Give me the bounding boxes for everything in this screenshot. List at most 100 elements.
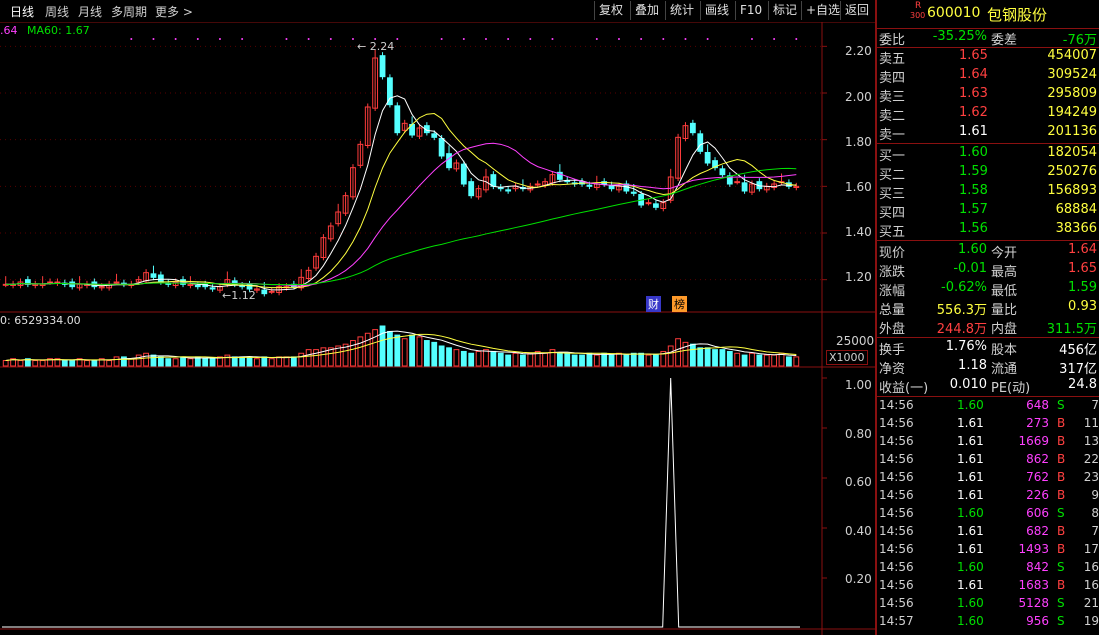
ask-row: 卖三 1.63 295809 bbox=[877, 85, 1099, 105]
tick-price: 1.61 bbox=[957, 434, 984, 448]
bid-price: 1.57 bbox=[959, 202, 988, 217]
tick-side: B bbox=[1057, 470, 1066, 484]
volume-bar bbox=[2, 360, 9, 367]
volume-ma5-line bbox=[5, 330, 797, 362]
stat-row: 涨幅 -0.62% 最低 1.59 bbox=[877, 279, 1099, 299]
signal-dot bbox=[462, 38, 465, 40]
tick-time: 14:56 bbox=[879, 452, 914, 466]
add-watchlist-button[interactable]: +自选 bbox=[801, 1, 844, 20]
tick-price: 1.61 bbox=[957, 524, 984, 538]
weibi-label: 委比 bbox=[879, 33, 906, 48]
candle-body bbox=[431, 133, 438, 138]
back-button[interactable]: 返回 bbox=[840, 1, 873, 20]
tick-side: B bbox=[1057, 434, 1066, 448]
signal-dot bbox=[617, 38, 620, 40]
stat-row: 现价 1.60 今开 1.64 bbox=[877, 241, 1099, 261]
volume-bar bbox=[357, 336, 364, 367]
tick-time: 14:56 bbox=[879, 470, 914, 484]
candle-body bbox=[150, 273, 157, 278]
tick-volume: 1493 bbox=[1018, 542, 1049, 556]
volume-bar bbox=[749, 352, 755, 367]
ask-row: 卖四 1.64 309524 bbox=[877, 66, 1099, 86]
info-value: 24.8 bbox=[1068, 377, 1097, 392]
adjust-button[interactable]: 复权 bbox=[594, 1, 627, 20]
tick-time: 14:56 bbox=[879, 416, 914, 430]
tick-side: B bbox=[1057, 452, 1066, 466]
volume-bar bbox=[165, 358, 172, 367]
volume-bar bbox=[268, 358, 275, 367]
volume-bar bbox=[689, 343, 696, 367]
tick-side: B bbox=[1057, 416, 1066, 430]
rank-badge[interactable]: 榜 bbox=[672, 296, 687, 312]
volume-legend: 0: 6529334.00 bbox=[0, 314, 81, 327]
price-tick: 1.80 bbox=[845, 135, 872, 149]
info-label: 换手 bbox=[879, 343, 906, 358]
candle-body bbox=[505, 189, 512, 192]
volume-bar bbox=[202, 358, 209, 367]
chart-area[interactable] bbox=[0, 0, 875, 635]
bid-price: 1.60 bbox=[959, 145, 988, 160]
finance-badge[interactable]: 财 bbox=[646, 296, 661, 312]
candle-body bbox=[734, 181, 741, 184]
bid-label: 买二 bbox=[879, 168, 906, 183]
volume-bar bbox=[180, 356, 186, 367]
tick-row: 14:57 1.60 956 S 19 bbox=[877, 613, 1099, 632]
ask-row: 卖二 1.62 194249 bbox=[877, 104, 1099, 124]
stats-button[interactable]: 统计 bbox=[665, 1, 698, 20]
tick-row: 14:56 1.61 1493 B 17 bbox=[877, 541, 1099, 560]
mark-button[interactable]: 标记 bbox=[768, 1, 801, 20]
f10-button[interactable]: F10 bbox=[735, 1, 766, 20]
volume-bar bbox=[261, 356, 268, 367]
bid-price: 1.56 bbox=[959, 221, 988, 236]
tab-weekly[interactable]: 周线 bbox=[45, 3, 69, 20]
stat-row: 外盘 244.8万 内盘 311.5万 bbox=[877, 317, 1099, 337]
ask-volume: 201136 bbox=[1047, 124, 1097, 139]
bid-volume: 68884 bbox=[1055, 202, 1097, 217]
volume-bar bbox=[556, 352, 563, 367]
volume-bar bbox=[778, 352, 785, 367]
candle-body bbox=[704, 152, 711, 164]
stat-label: 涨跌 bbox=[879, 265, 906, 280]
tab-monthly[interactable]: 月线 bbox=[78, 3, 102, 20]
high-annotation: ← 2.24 bbox=[357, 40, 395, 53]
volume-bar bbox=[254, 358, 260, 367]
tick-side: S bbox=[1057, 614, 1065, 628]
volume-bar bbox=[608, 354, 615, 367]
bid-row: 买二 1.59 250276 bbox=[877, 163, 1099, 183]
tick-price: 1.61 bbox=[957, 578, 984, 592]
candle-body bbox=[268, 290, 275, 293]
tick-price: 1.60 bbox=[957, 506, 984, 520]
volume-bar bbox=[69, 360, 76, 367]
stat-value: 1.64 bbox=[1068, 242, 1097, 257]
tab-daily[interactable]: 日线 bbox=[10, 3, 34, 20]
volume-bar bbox=[17, 360, 24, 367]
volume-bar bbox=[638, 352, 645, 367]
stat-value: 311.5万 bbox=[1046, 322, 1097, 337]
tick-time: 14:56 bbox=[879, 434, 914, 448]
volume-bar bbox=[630, 352, 637, 367]
tick-count: 13 bbox=[1083, 434, 1099, 448]
volume-bar bbox=[542, 352, 548, 367]
tick-count: 22 bbox=[1083, 452, 1099, 466]
tab-more[interactable]: 更多 > bbox=[155, 3, 193, 20]
candle-body bbox=[460, 163, 467, 185]
overlay-button[interactable]: 叠加 bbox=[630, 1, 663, 20]
volume-bar bbox=[520, 354, 526, 367]
signal-dot bbox=[241, 38, 244, 40]
bid-volume: 182054 bbox=[1047, 145, 1097, 160]
weicha-label: 委差 bbox=[991, 33, 1018, 48]
volume-tick: 25000 bbox=[836, 334, 875, 348]
draw-button[interactable]: 画线 bbox=[700, 1, 733, 20]
stock-name[interactable]: 包钢股份 bbox=[987, 4, 1047, 25]
tick-volume: 273 bbox=[1026, 416, 1049, 430]
signal-dot bbox=[130, 38, 133, 40]
price-tick: 1.20 bbox=[845, 270, 872, 284]
indicator-tick: 0.20 bbox=[845, 572, 872, 586]
tick-price: 1.61 bbox=[957, 542, 984, 556]
order-ratio-row: 委比 -35.25% 委差 -76万 bbox=[877, 28, 1099, 48]
candle-body bbox=[490, 174, 497, 187]
tab-multi-period[interactable]: 多周期 bbox=[111, 3, 147, 20]
volume-bar bbox=[364, 332, 371, 367]
tick-volume: 682 bbox=[1026, 524, 1049, 538]
ask-price: 1.64 bbox=[959, 67, 988, 82]
